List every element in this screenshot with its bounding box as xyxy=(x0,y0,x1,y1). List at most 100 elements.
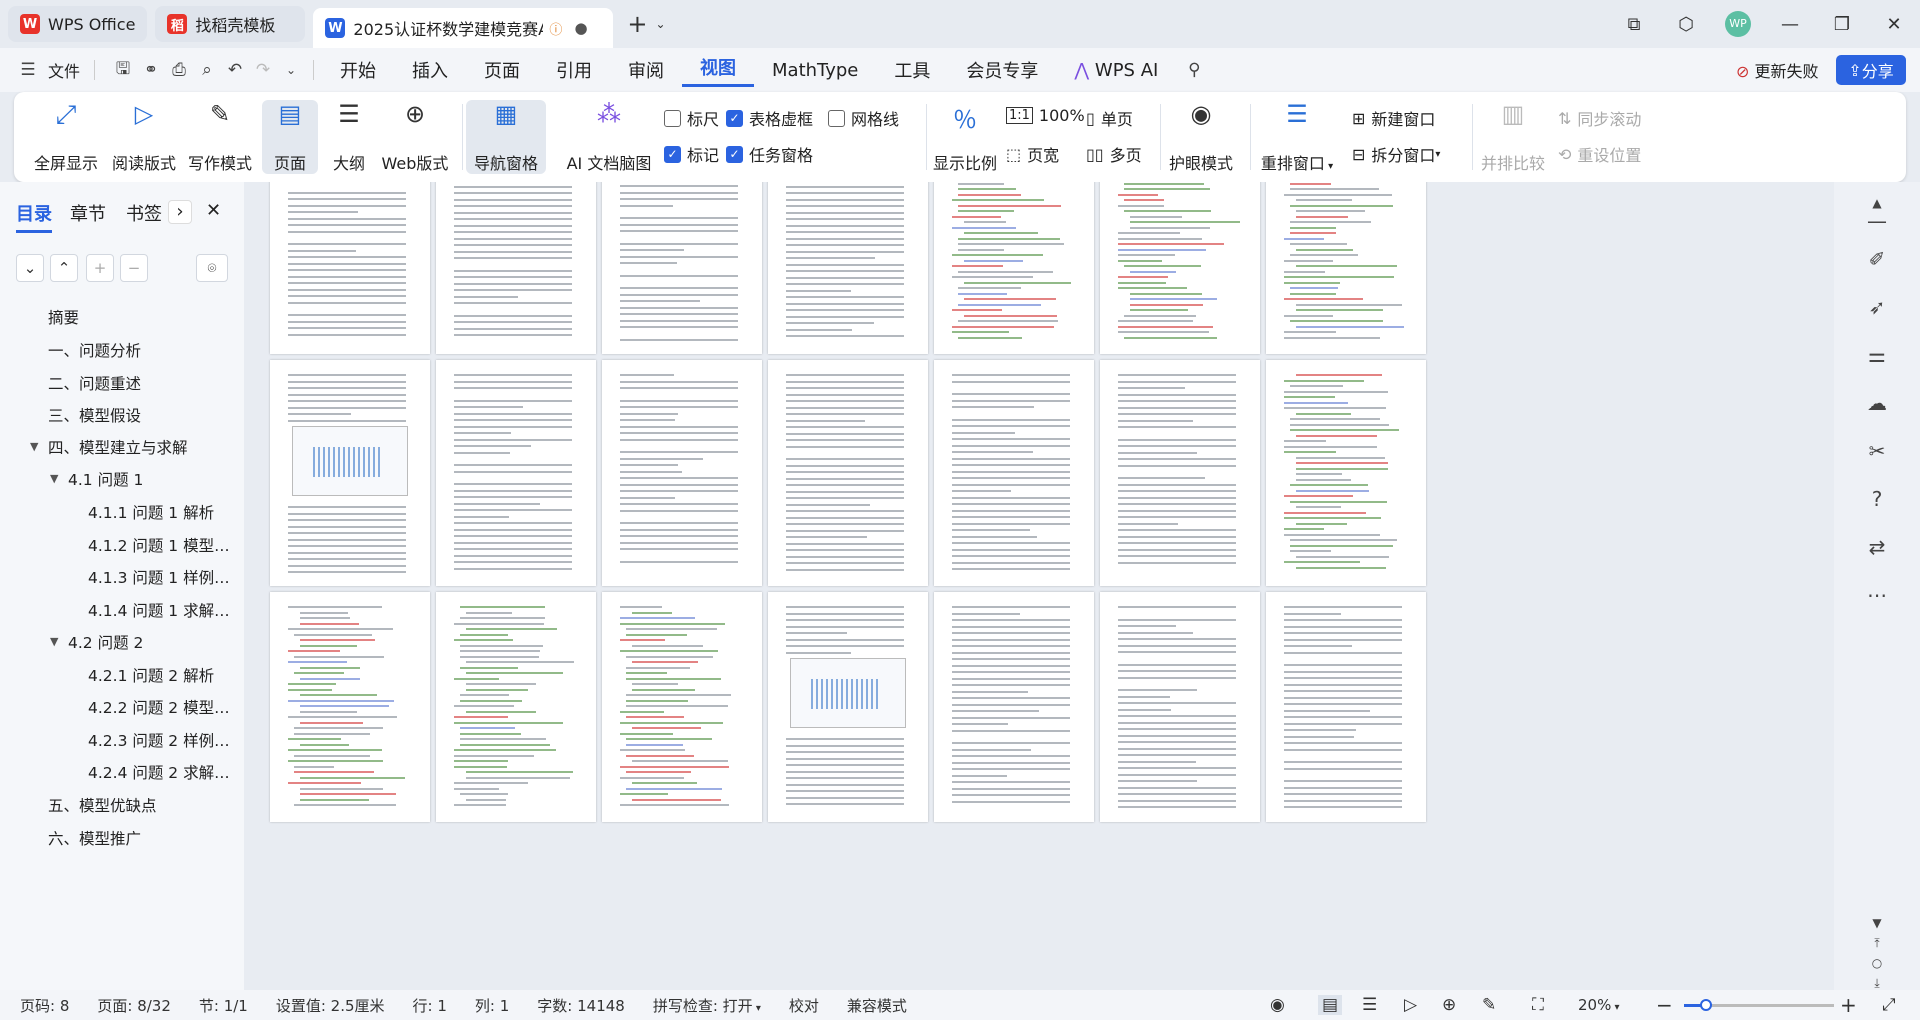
toc-item[interactable]: 4.1 问题 1 xyxy=(68,468,143,490)
web-view-button[interactable]: ⊕ Web版式 xyxy=(380,100,450,174)
share-button[interactable]: ⇪ 分享 xyxy=(1836,55,1906,85)
eye-mode-icon[interactable]: ◉ xyxy=(1270,995,1285,1015)
menu-wps-ai[interactable]: ⋀ WPS AI xyxy=(1056,60,1176,81)
pointer-icon[interactable]: ➶ xyxy=(1862,292,1892,322)
print-preview-icon[interactable]: ⌕ xyxy=(193,60,221,80)
page-thumbnail[interactable] xyxy=(602,592,762,822)
menu-mathtype[interactable]: MathType xyxy=(754,60,876,81)
page-thumbnail[interactable] xyxy=(270,592,430,822)
toc-item[interactable]: 二、问题重述 xyxy=(48,372,141,394)
menu-review[interactable]: 审阅 xyxy=(610,57,682,83)
toc-item[interactable]: 六、模型推广 xyxy=(48,827,141,849)
writing-mode-button[interactable]: ✎ 写作模式 xyxy=(184,100,256,174)
page-thumbnail[interactable] xyxy=(270,182,430,354)
edit-pen-icon[interactable]: ✐ xyxy=(1862,244,1892,274)
unsaved-dot-icon[interactable]: ● xyxy=(574,19,587,37)
nav-pane-button[interactable]: ▦ 导航窗格 xyxy=(466,100,546,174)
expand-triangle-icon[interactable]: ▼ xyxy=(30,440,38,453)
chevron-down-icon[interactable]: ⌄ xyxy=(656,17,666,31)
page-thumbnail[interactable] xyxy=(436,592,596,822)
zoom-out-icon[interactable]: − xyxy=(1656,993,1673,1017)
collapse-icon[interactable]: — xyxy=(1862,206,1892,236)
tab-document[interactable]: W 2025认证杯数学建模竞赛A题 ⓘ ● xyxy=(313,8,614,48)
toc-item[interactable]: 四、模型建立与求解 xyxy=(48,436,188,458)
page-thumbnail[interactable] xyxy=(1266,592,1426,822)
page-thumbnail[interactable] xyxy=(602,360,762,586)
tab-wps-office[interactable]: W WPS Office xyxy=(8,6,148,42)
chevron-right-icon[interactable]: › xyxy=(168,200,192,224)
ai-mindmap-button[interactable]: ⁂ AI 文档脑图 xyxy=(554,100,664,174)
gridlines-checkbox[interactable]: 网格线 xyxy=(828,106,899,130)
menu-view[interactable]: 视图 xyxy=(682,54,755,87)
page-count[interactable]: 页面: 8/32 xyxy=(83,995,185,1016)
new-window-button[interactable]: ⊞ 新建窗口 xyxy=(1352,106,1435,130)
table-grid-checkbox[interactable]: ✓ 表格虚框 xyxy=(726,106,813,130)
fullscreen-icon[interactable]: ⤢ xyxy=(1882,995,1896,1015)
toc-item[interactable]: 摘要 xyxy=(48,306,79,328)
menu-start[interactable]: 开始 xyxy=(322,57,394,83)
toc-item[interactable]: 4.1.2 问题 1 模型… xyxy=(88,534,230,556)
page-view-button[interactable]: ▤ 页面 xyxy=(262,100,318,174)
remove-heading-button[interactable]: − xyxy=(120,254,148,282)
reading-mode-button[interactable]: ▷ 阅读版式 xyxy=(108,100,180,174)
toc-item[interactable]: 4.2.2 问题 2 模型… xyxy=(88,696,230,718)
file-menu[interactable]: 文件 xyxy=(48,58,80,82)
document-canvas[interactable] xyxy=(244,182,1834,990)
page-thumbnail[interactable] xyxy=(934,182,1094,354)
web-view-icon[interactable]: ⊕ xyxy=(1442,995,1456,1015)
search-icon[interactable]: ⚲ xyxy=(1180,60,1208,80)
minimize-icon[interactable]: — xyxy=(1764,14,1816,35)
expand-up-button[interactable]: ⌃ xyxy=(50,254,78,282)
zoom-in-icon[interactable]: + xyxy=(1840,993,1857,1017)
single-page-button[interactable]: ▯ 单页 xyxy=(1086,106,1133,130)
proofread[interactable]: 校对 xyxy=(775,995,833,1016)
page-thumbnail[interactable] xyxy=(1266,182,1426,354)
ruler-checkbox[interactable]: 标尺 xyxy=(664,106,719,130)
collapse-all-button[interactable]: ⌄ xyxy=(16,254,44,282)
toc-item[interactable]: 4.1.3 问题 1 样例… xyxy=(88,566,230,588)
update-failed-button[interactable]: ⊘ 更新失败 xyxy=(1736,58,1819,82)
restore-icon[interactable]: ❐ xyxy=(1816,14,1868,35)
page-thumbnail[interactable] xyxy=(1100,592,1260,822)
avatar[interactable]: WP xyxy=(1712,11,1764,37)
link-icon[interactable]: ⚭ xyxy=(137,60,165,80)
page-thumbnail[interactable] xyxy=(934,360,1094,586)
page-thumbnail[interactable] xyxy=(1100,360,1260,586)
zoom-slider[interactable] xyxy=(1684,999,1834,1011)
menu-reference[interactable]: 引用 xyxy=(538,57,610,83)
print-icon[interactable]: ⎙ xyxy=(165,60,193,80)
toc-item[interactable]: 五、模型优缺点 xyxy=(48,794,157,816)
toc-item[interactable]: 4.1.4 问题 1 求解… xyxy=(88,599,230,621)
mark-checkbox[interactable]: ✓ 标记 xyxy=(664,142,719,166)
toc-item[interactable]: 一、问题分析 xyxy=(48,339,141,361)
redo-icon[interactable]: ↷ xyxy=(249,60,277,80)
page-thumbnail[interactable] xyxy=(270,360,430,586)
sync-scroll-button[interactable]: ⇅ 同步滚动 xyxy=(1558,106,1641,130)
word-count[interactable]: 字数: 14148 xyxy=(523,995,639,1016)
translate-icon[interactable]: ⇄ xyxy=(1862,532,1892,562)
more-icon[interactable]: ⌄ xyxy=(277,63,305,77)
toc-item[interactable]: 4.2.3 问题 2 样例… xyxy=(88,729,230,751)
page-view-icon[interactable]: ▤ xyxy=(1318,995,1343,1015)
toc-item[interactable]: 4.2.4 问题 2 求解… xyxy=(88,761,230,783)
toc-item[interactable]: 4.2 问题 2 xyxy=(68,631,143,653)
rearrange-window-button[interactable]: ☰ 重排窗口 ▾ xyxy=(1258,100,1336,174)
page-thumbnail[interactable] xyxy=(768,360,928,586)
outline-view-button[interactable]: ☰ 大纲 xyxy=(324,100,374,174)
eye-protect-button[interactable]: ◉ 护眼模式 xyxy=(1166,100,1236,174)
window-switch-icon[interactable]: ⧉ xyxy=(1608,14,1660,35)
task-pane-checkbox[interactable]: ✓ 任务窗格 xyxy=(726,142,813,166)
multi-page-button[interactable]: ▯▯ 多页 xyxy=(1086,142,1142,166)
cube-icon[interactable]: ⬡ xyxy=(1660,14,1712,35)
zoom-button[interactable]: ％显示比例 xyxy=(930,100,1000,174)
zoom-slider-thumb[interactable] xyxy=(1700,999,1712,1011)
expand-triangle-icon[interactable]: ▼ xyxy=(50,472,58,485)
tab-toc[interactable]: 目录 xyxy=(16,200,52,233)
fit-page-icon[interactable]: ⛶ xyxy=(1532,995,1544,1015)
outline-view-icon[interactable]: ☰ xyxy=(1362,995,1377,1015)
page-thumbnail[interactable] xyxy=(934,592,1094,822)
side-by-side-button[interactable]: ▥ 并排比较 xyxy=(1478,100,1548,174)
close-pane-icon[interactable]: ✕ xyxy=(206,200,221,221)
menu-tools[interactable]: 工具 xyxy=(876,57,948,83)
cloud-icon[interactable]: ☁ xyxy=(1862,388,1892,418)
